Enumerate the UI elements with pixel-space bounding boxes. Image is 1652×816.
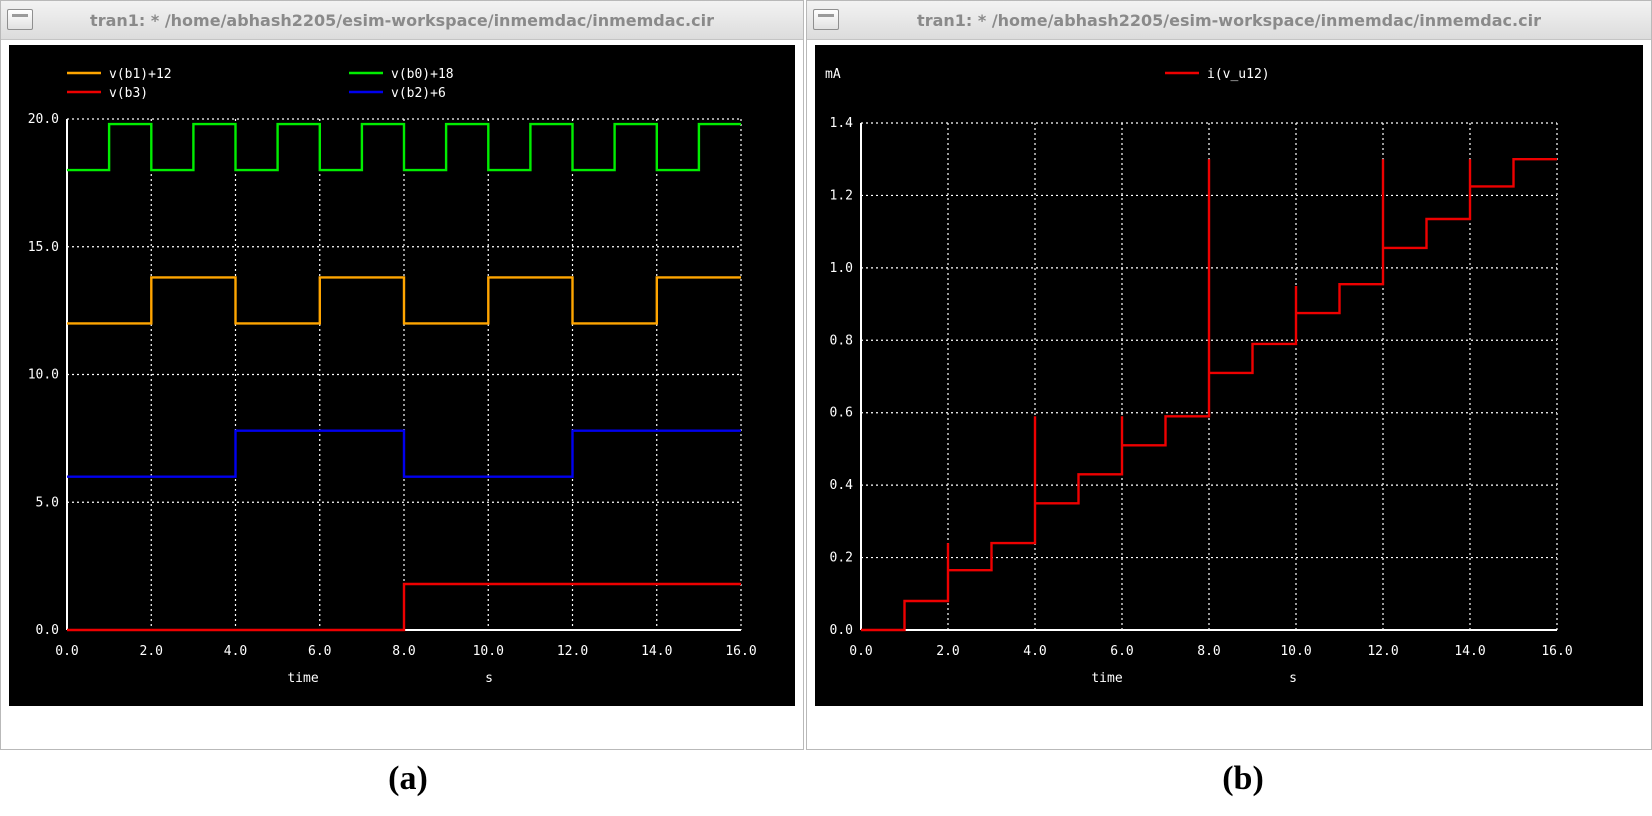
y-tick-label: 0.4: [830, 478, 854, 493]
plot-window-b: tran1: * /home/abhash2205/esim-workspace…: [806, 0, 1652, 750]
caption-b: (b): [1222, 760, 1264, 797]
plot-area[interactable]: 0.0 2.0 4.0 6.0 8.0 10.0 12.0 14.0 16.0 0.0 0.2 0.4…: [815, 45, 1643, 706]
x-tick-label: 16.0: [1541, 644, 1572, 659]
x-axis-label: time: [1091, 671, 1122, 686]
series-line: [67, 582, 741, 632]
x-tick-label: 4.0: [224, 644, 247, 659]
y-tick-label: 15.0: [28, 240, 59, 255]
window-title: tran1: * /home/abhash2205/esim-workspace…: [90, 11, 714, 30]
legend-label: v(b0)+18: [391, 67, 454, 82]
x-axis-unit: s: [485, 671, 493, 686]
legend-label: v(b1)+12: [109, 67, 172, 82]
x-axis-unit: s: [1289, 671, 1297, 686]
x-tick-label: 10.0: [1280, 644, 1311, 659]
legend-label: v(b3): [109, 86, 148, 101]
y-tick-label: 0.2: [830, 551, 853, 566]
x-tick-label: 2.0: [140, 644, 163, 659]
x-tick-label: 14.0: [641, 644, 672, 659]
title-bar[interactable]: tran1: * /home/abhash2205/esim-workspace…: [1, 1, 803, 40]
y-tick-label: 0.6: [830, 406, 853, 421]
x-tick-label: 2.0: [936, 644, 959, 659]
y-tick-label: 0.0: [36, 623, 59, 638]
plot-window-a: tran1: * /home/abhash2205/esim-workspace…: [0, 0, 804, 750]
x-tick-label: 16.0: [725, 644, 756, 659]
y-tick-label: 1.0: [830, 261, 853, 276]
x-axis-label: time: [287, 671, 318, 686]
x-tick-label: 10.0: [473, 644, 504, 659]
x-tick-label: 6.0: [1110, 644, 1133, 659]
y-tick-label: 5.0: [36, 495, 59, 510]
y-tick-label: 20.0: [28, 112, 59, 127]
x-tick-label: 6.0: [308, 644, 331, 659]
x-tick-label: 4.0: [1023, 644, 1046, 659]
series-line: [67, 122, 741, 172]
series-line: [67, 276, 741, 325]
y-tick-label: 0.0: [830, 623, 853, 638]
x-tick-label: 14.0: [1454, 644, 1485, 659]
x-tick-label: 12.0: [1367, 644, 1398, 659]
plot-area[interactable]: 0.0 2.0 4.0 6.0 8.0 10.0 12.0 14.0 16.0 0.0 5.0 10.…: [9, 45, 795, 706]
legend-label: v(b2)+6: [391, 86, 446, 101]
x-tick-label: 8.0: [392, 644, 415, 659]
title-bar[interactable]: tran1: * /home/abhash2205/esim-workspace…: [807, 1, 1651, 40]
y-tick-label: 0.8: [830, 333, 853, 348]
x-tick-label: 0.0: [849, 644, 872, 659]
y-tick-label: 10.0: [28, 368, 59, 383]
y-axis-label: mA: [825, 67, 841, 82]
window-title: tran1: * /home/abhash2205/esim-workspace…: [917, 11, 1541, 30]
x-tick-label: 0.0: [55, 644, 78, 659]
series-line: [67, 429, 741, 478]
caption-a: (a): [388, 760, 428, 797]
x-tick-label: 12.0: [557, 644, 588, 659]
y-tick-label: 1.2: [830, 188, 853, 203]
x-tick-label: 8.0: [1197, 644, 1220, 659]
y-tick-label: 1.4: [830, 116, 854, 131]
legend-label: i(v_u12): [1207, 67, 1270, 82]
